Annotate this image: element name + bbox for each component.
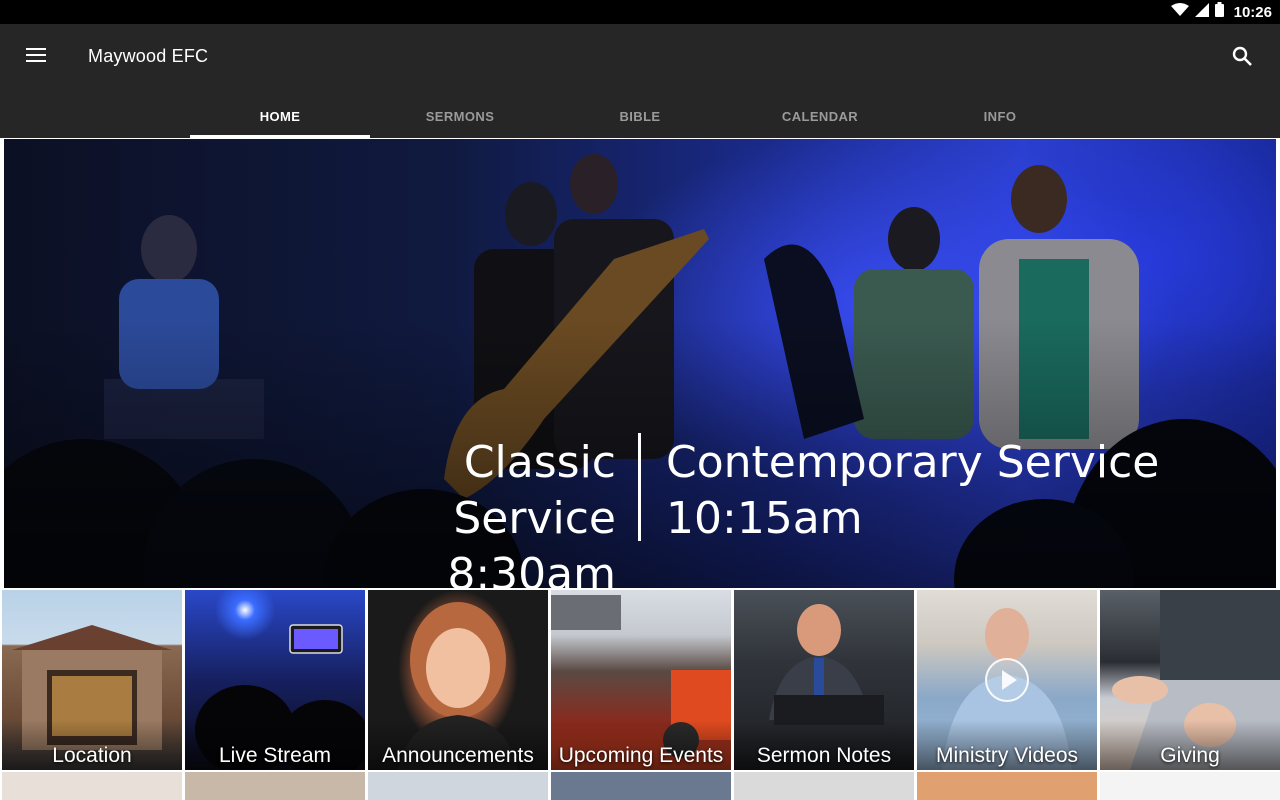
- tile-label: Ministry Videos: [936, 744, 1078, 767]
- tile-label: Giving: [1160, 744, 1220, 767]
- app-bar: Maywood EFC HOME SERMONS BIBLE CALENDAR …: [0, 24, 1280, 138]
- tile-label: Sermon Notes: [756, 744, 892, 767]
- tile-label: Live Stream: [218, 744, 332, 767]
- battery-icon: [1214, 2, 1224, 22]
- contemporary-service-info: Contemporary Service 10:15am: [666, 435, 1159, 547]
- tile-partial[interactable]: [917, 772, 1097, 800]
- tile-upcoming-events[interactable]: Upcoming Events: [551, 590, 731, 770]
- wifi-icon: [1170, 2, 1189, 22]
- contemporary-service-title: Contemporary Service: [666, 437, 1160, 488]
- status-time: 10:26: [1233, 3, 1272, 21]
- tab-sermons[interactable]: SERMONS: [370, 94, 550, 138]
- app-title: Maywood EFC: [88, 46, 209, 66]
- hero-banner[interactable]: Classic Service 8:30am Contemporary Serv…: [4, 139, 1276, 588]
- tile-partial[interactable]: [185, 772, 365, 800]
- tab-bar: HOME SERMONS BIBLE CALENDAR INFO: [190, 94, 1090, 138]
- tab-home[interactable]: HOME: [190, 94, 370, 138]
- tile-label: Upcoming Events: [558, 744, 724, 767]
- search-icon: [1232, 46, 1252, 71]
- classic-service-time: 8:30am: [447, 549, 616, 588]
- menu-icon: [26, 47, 46, 68]
- tile-announcements[interactable]: Announcements: [368, 590, 548, 770]
- status-icons: 10:26: [1170, 0, 1272, 24]
- classic-service-title: Classic Service: [453, 437, 616, 544]
- tile-partial[interactable]: [2, 772, 182, 800]
- tile-live-stream[interactable]: Live Stream: [185, 590, 365, 770]
- search-button[interactable]: [1228, 44, 1256, 72]
- tile-partial[interactable]: [368, 772, 548, 800]
- classic-service-info: Classic Service 8:30am: [294, 435, 616, 588]
- tile-location[interactable]: Location: [2, 590, 182, 770]
- tile-giving[interactable]: Giving: [1100, 590, 1280, 770]
- feature-tiles-row-2: [2, 772, 1280, 800]
- hero-divider: [638, 433, 641, 541]
- tile-partial[interactable]: [734, 772, 914, 800]
- contemporary-service-time: 10:15am: [666, 493, 863, 544]
- tab-bible[interactable]: BIBLE: [550, 94, 730, 138]
- play-icon: [985, 658, 1029, 702]
- tab-info[interactable]: INFO: [910, 94, 1090, 138]
- tile-label: Announcements: [382, 744, 534, 767]
- tile-sermon-notes[interactable]: Sermon Notes: [734, 590, 914, 770]
- status-bar: 10:26: [0, 0, 1280, 24]
- tile-partial[interactable]: [551, 772, 731, 800]
- tile-partial[interactable]: [1100, 772, 1280, 800]
- tile-ministry-videos[interactable]: Ministry Videos: [917, 590, 1097, 770]
- feature-tiles: Location Live Stream Announcements Upcom…: [2, 590, 1280, 770]
- tile-label: Location: [52, 744, 132, 767]
- menu-button[interactable]: [16, 42, 56, 72]
- tab-calendar[interactable]: CALENDAR: [730, 94, 910, 138]
- signal-icon: [1194, 2, 1209, 22]
